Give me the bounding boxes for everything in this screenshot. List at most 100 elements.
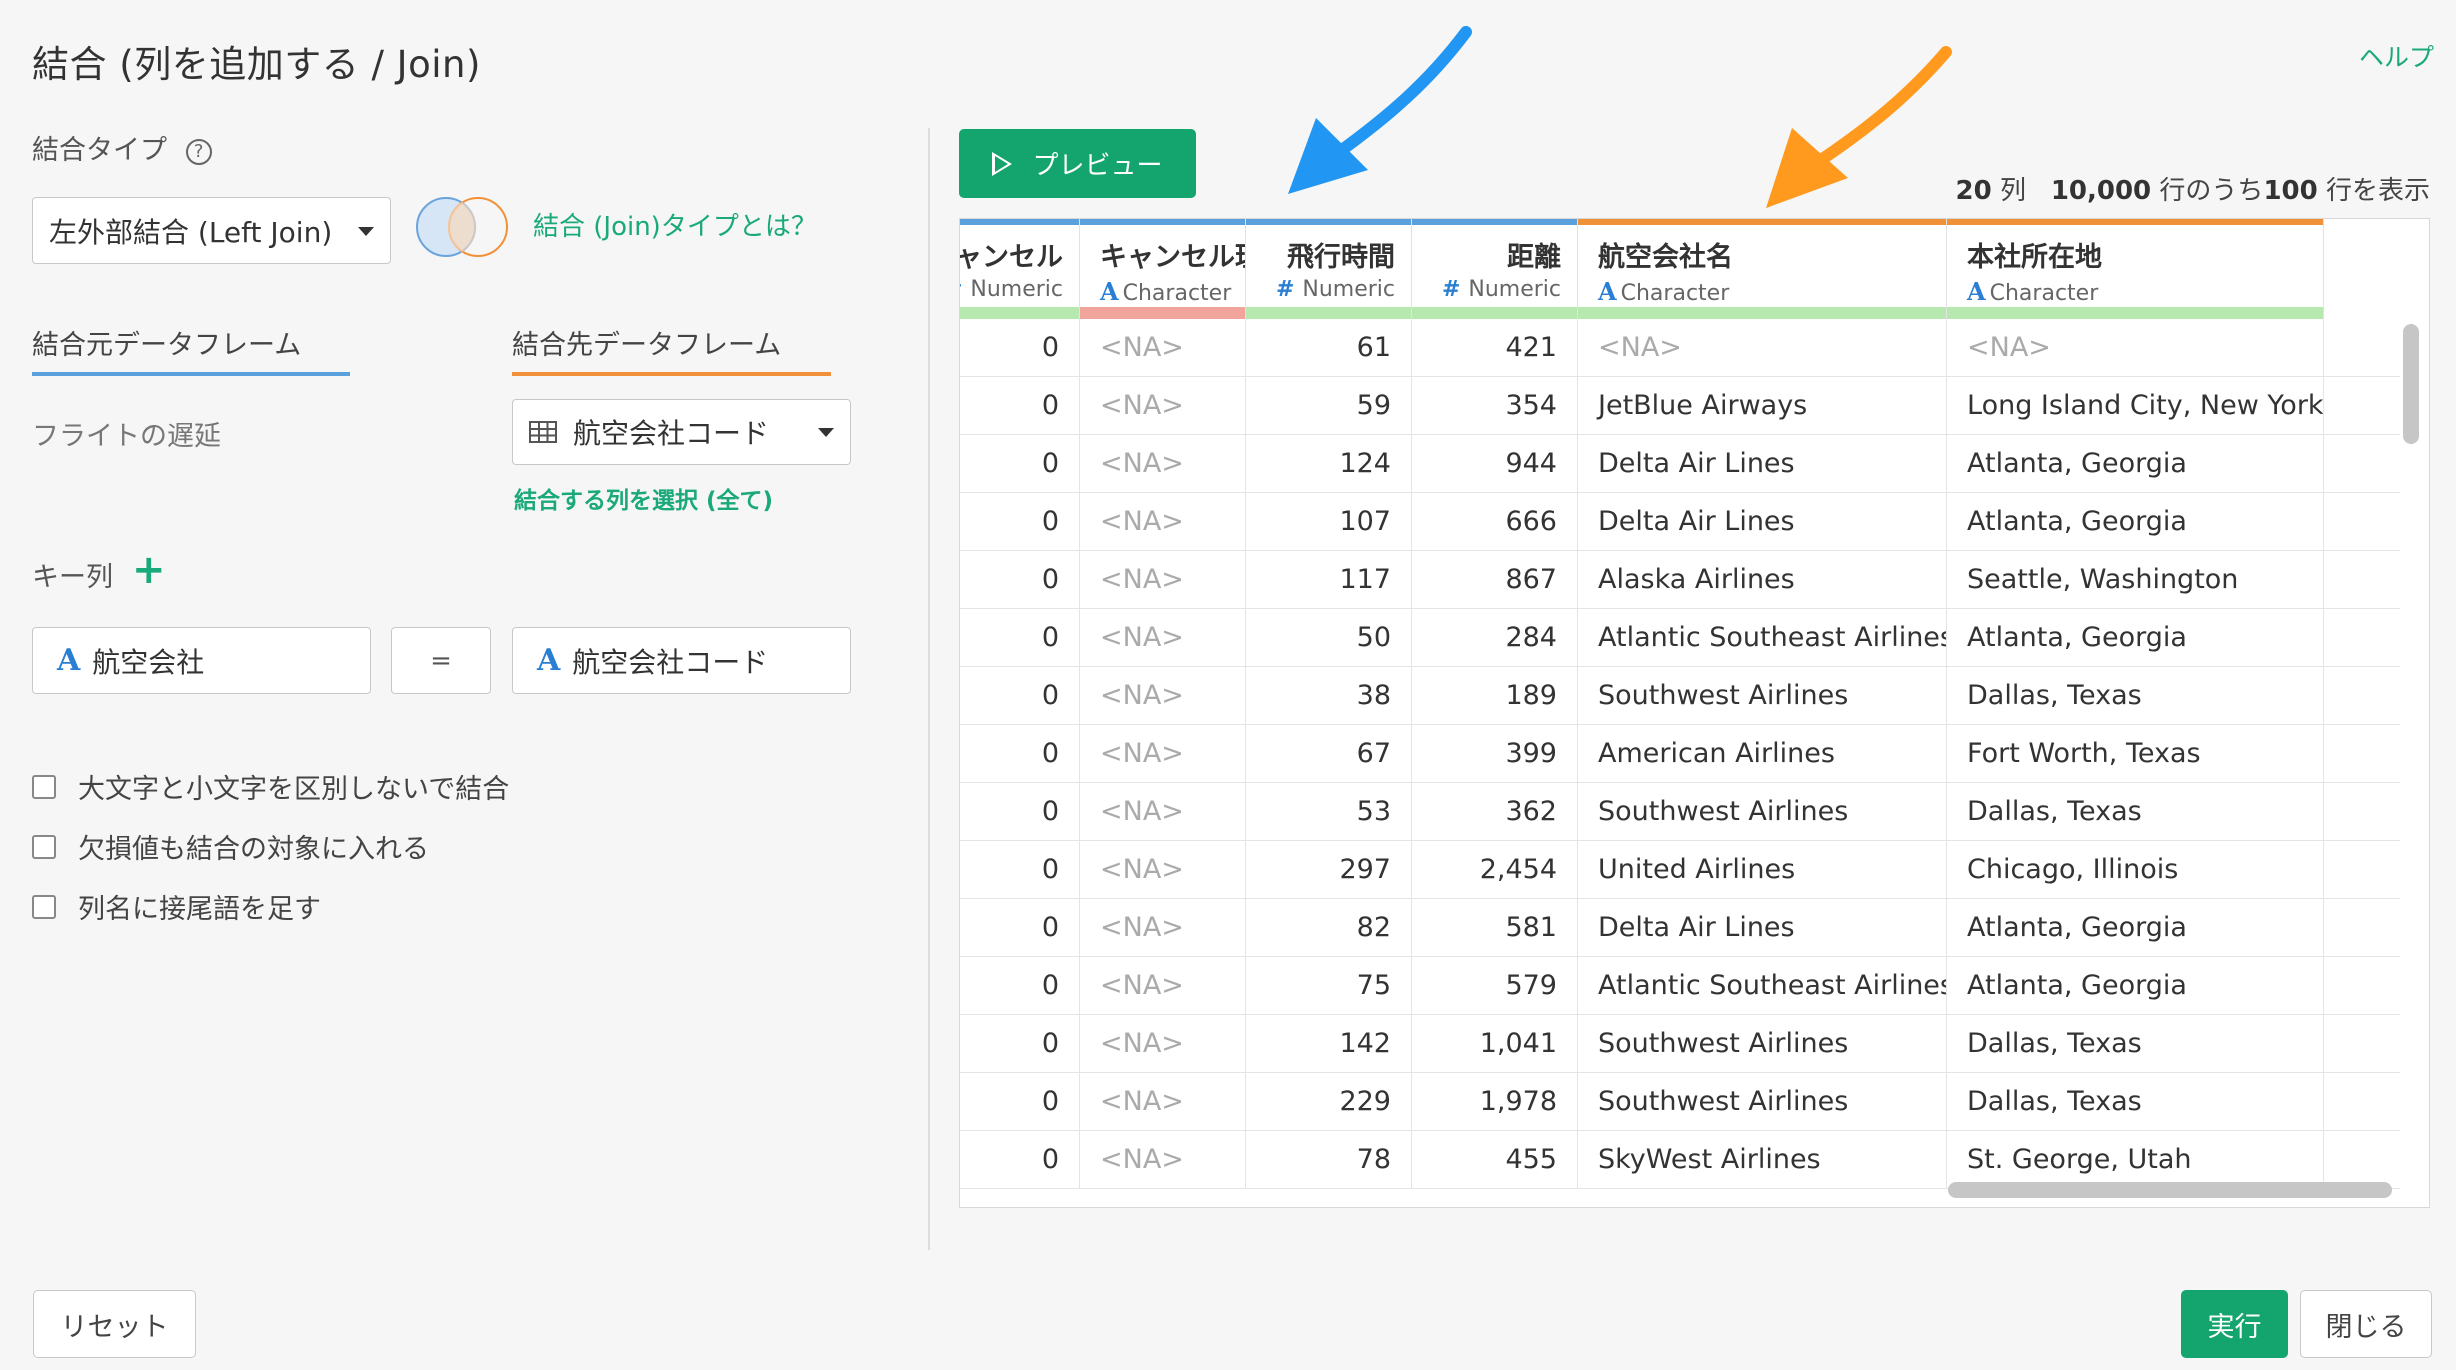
table-cell[interactable]: <NA>: [1080, 319, 1246, 377]
table-cell[interactable]: Seattle, Washington: [1947, 551, 2324, 609]
table-cell[interactable]: 38: [1246, 667, 1412, 725]
table-cell[interactable]: Delta Air Lines: [1578, 899, 1947, 957]
table-cell[interactable]: 421: [1412, 319, 1578, 377]
table-cell[interactable]: <NA>: [1080, 1015, 1246, 1073]
add-key-icon[interactable]: +: [132, 550, 166, 590]
table-cell[interactable]: <NA>: [1080, 841, 1246, 899]
table-cell[interactable]: 944: [1412, 435, 1578, 493]
key-right-field[interactable]: A 航空会社コード: [512, 627, 851, 694]
table-cell[interactable]: 0: [960, 609, 1080, 667]
table-cell[interactable]: Dallas, Texas: [1947, 1073, 2324, 1131]
table-cell[interactable]: 0: [960, 319, 1080, 377]
table-cell[interactable]: 362: [1412, 783, 1578, 841]
key-left-field[interactable]: A 航空会社: [32, 627, 371, 694]
table-cell[interactable]: Southwest Airlines: [1578, 783, 1947, 841]
table-row[interactable]: 0 <NA> 38 189 Southwest Airlines Dallas, Texa…: [960, 667, 2400, 725]
table-cell[interactable]: <NA>: [1080, 899, 1246, 957]
table-cell[interactable]: Dallas, Texas: [1947, 783, 2324, 841]
table-cell[interactable]: 0: [960, 725, 1080, 783]
join-type-info-link[interactable]: 結合 (Join)タイプとは？: [533, 206, 817, 243]
table-cell[interactable]: Dallas, Texas: [1947, 667, 2324, 725]
table-cell[interactable]: 50: [1246, 609, 1412, 667]
table-cell[interactable]: <NA>: [1080, 725, 1246, 783]
table-cell[interactable]: United Airlines: [1578, 841, 1947, 899]
table-row[interactable]: 0 <NA> 82 581 Delta Air Lines Atlanta, Georgi…: [960, 899, 2400, 957]
table-cell[interactable]: 142: [1246, 1015, 1412, 1073]
table-cell[interactable]: 284: [1412, 609, 1578, 667]
option-case-insensitive[interactable]: 大文字と小文字を区別しないで結合: [32, 767, 509, 806]
table-cell[interactable]: Atlanta, Georgia: [1947, 435, 2324, 493]
table-cell[interactable]: Southwest Airlines: [1578, 667, 1947, 725]
column-header[interactable]: 航空会社名 A Character: [1578, 219, 1947, 319]
table-cell[interactable]: 0: [960, 957, 1080, 1015]
table-cell[interactable]: 78: [1246, 1131, 1412, 1189]
column-header[interactable]: 本社所在地 A Character: [1947, 219, 2324, 319]
checkbox[interactable]: [32, 894, 56, 919]
table-cell[interactable]: <NA>: [1080, 377, 1246, 435]
table-cell[interactable]: Long Island City, New York: [1947, 377, 2324, 435]
table-cell[interactable]: Delta Air Lines: [1578, 435, 1947, 493]
preview-table[interactable]: ャンセル#Numericキャンセル理由ACharacter飛行時間#Numeri…: [959, 218, 2430, 1208]
table-cell[interactable]: Alaska Airlines: [1578, 551, 1947, 609]
table-cell[interactable]: <NA>: [1080, 1131, 1246, 1189]
table-cell[interactable]: St. George, Utah: [1947, 1131, 2324, 1189]
table-cell[interactable]: Fort Worth, Texas: [1947, 725, 2324, 783]
column-header[interactable]: 飛行時間 # Numeric: [1246, 219, 1412, 319]
table-row[interactable]: 0 <NA> 107 666 Delta Air Lines Atlanta, Georg…: [960, 493, 2400, 551]
table-cell[interactable]: Dallas, Texas: [1947, 1015, 2324, 1073]
table-cell[interactable]: <NA>: [1080, 551, 1246, 609]
table-cell[interactable]: Chicago, Illinois: [1947, 841, 2324, 899]
option-include-missing[interactable]: 欠損値も結合の対象に入れる: [32, 827, 429, 866]
table-cell[interactable]: <NA>: [1080, 493, 1246, 551]
table-cell[interactable]: 0: [960, 551, 1080, 609]
table-cell[interactable]: JetBlue Airways: [1578, 377, 1947, 435]
table-cell[interactable]: 0: [960, 783, 1080, 841]
option-add-suffix[interactable]: 列名に接尾語を足す: [32, 887, 321, 926]
table-row[interactable]: 0 <NA> 124 944 Delta Air Lines Atlanta, Georg…: [960, 435, 2400, 493]
table-cell[interactable]: 354: [1412, 377, 1578, 435]
table-row[interactable]: 0 <NA> 297 2,454 United Airlines Chicago, Ill…: [960, 841, 2400, 899]
checkbox[interactable]: [32, 834, 56, 859]
join-type-select[interactable]: 左外部結合 (Left Join): [32, 197, 391, 264]
table-cell[interactable]: 867: [1412, 551, 1578, 609]
table-cell[interactable]: 53: [1246, 783, 1412, 841]
table-cell[interactable]: 117: [1246, 551, 1412, 609]
table-cell[interactable]: 0: [960, 435, 1080, 493]
table-cell[interactable]: 0: [960, 377, 1080, 435]
table-cell[interactable]: 0: [960, 899, 1080, 957]
checkbox[interactable]: [32, 774, 56, 799]
table-cell[interactable]: American Airlines: [1578, 725, 1947, 783]
table-cell[interactable]: Southwest Airlines: [1578, 1015, 1947, 1073]
column-header[interactable]: 距離 # Numeric: [1412, 219, 1578, 319]
table-cell[interactable]: <NA>: [1080, 609, 1246, 667]
table-cell[interactable]: 2,454: [1412, 841, 1578, 899]
table-row[interactable]: 0 <NA> 61 421 <NA> <NA>: [960, 319, 2400, 377]
table-cell[interactable]: Atlanta, Georgia: [1947, 957, 2324, 1015]
table-cell[interactable]: 59: [1246, 377, 1412, 435]
table-row[interactable]: 0 <NA> 78 455 SkyWest Airlines St. George, Ut…: [960, 1131, 2400, 1189]
help-link[interactable]: ヘルプ: [2359, 38, 2434, 74]
table-cell[interactable]: 0: [960, 1131, 1080, 1189]
reset-button[interactable]: リセット: [33, 1290, 196, 1358]
table-cell[interactable]: Atlantic Southeast Airlines: [1578, 957, 1947, 1015]
table-cell[interactable]: 297: [1246, 841, 1412, 899]
table-row[interactable]: 0 <NA> 117 867 Alaska Airlines Seattle, Washi…: [960, 551, 2400, 609]
table-cell[interactable]: SkyWest Airlines: [1578, 1131, 1947, 1189]
table-cell[interactable]: <NA>: [1080, 783, 1246, 841]
target-dataframe-select[interactable]: 航空会社コード: [512, 399, 851, 465]
table-cell[interactable]: <NA>: [1080, 435, 1246, 493]
table-row[interactable]: 0 <NA> 59 354 JetBlue Airways Long Island Cit…: [960, 377, 2400, 435]
table-cell[interactable]: 0: [960, 1015, 1080, 1073]
preview-button[interactable]: プレビュー: [959, 129, 1196, 198]
table-cell[interactable]: 75: [1246, 957, 1412, 1015]
table-row[interactable]: 0 <NA> 229 1,978 Southwest Airlines Dallas, T…: [960, 1073, 2400, 1131]
key-equals-operator[interactable]: =: [391, 627, 491, 694]
horizontal-scrollbar[interactable]: [1948, 1182, 2392, 1198]
table-row[interactable]: 0 <NA> 50 284 Atlantic Southeast Airlines Atl…: [960, 609, 2400, 667]
table-cell[interactable]: 0: [960, 493, 1080, 551]
table-cell[interactable]: 61: [1246, 319, 1412, 377]
table-cell[interactable]: 0: [960, 667, 1080, 725]
table-cell[interactable]: <NA>: [1947, 319, 2324, 377]
table-row[interactable]: 0 <NA> 142 1,041 Southwest Airlines Dallas, T…: [960, 1015, 2400, 1073]
table-row[interactable]: 0 <NA> 53 362 Southwest Airlines Dallas, Texa…: [960, 783, 2400, 841]
